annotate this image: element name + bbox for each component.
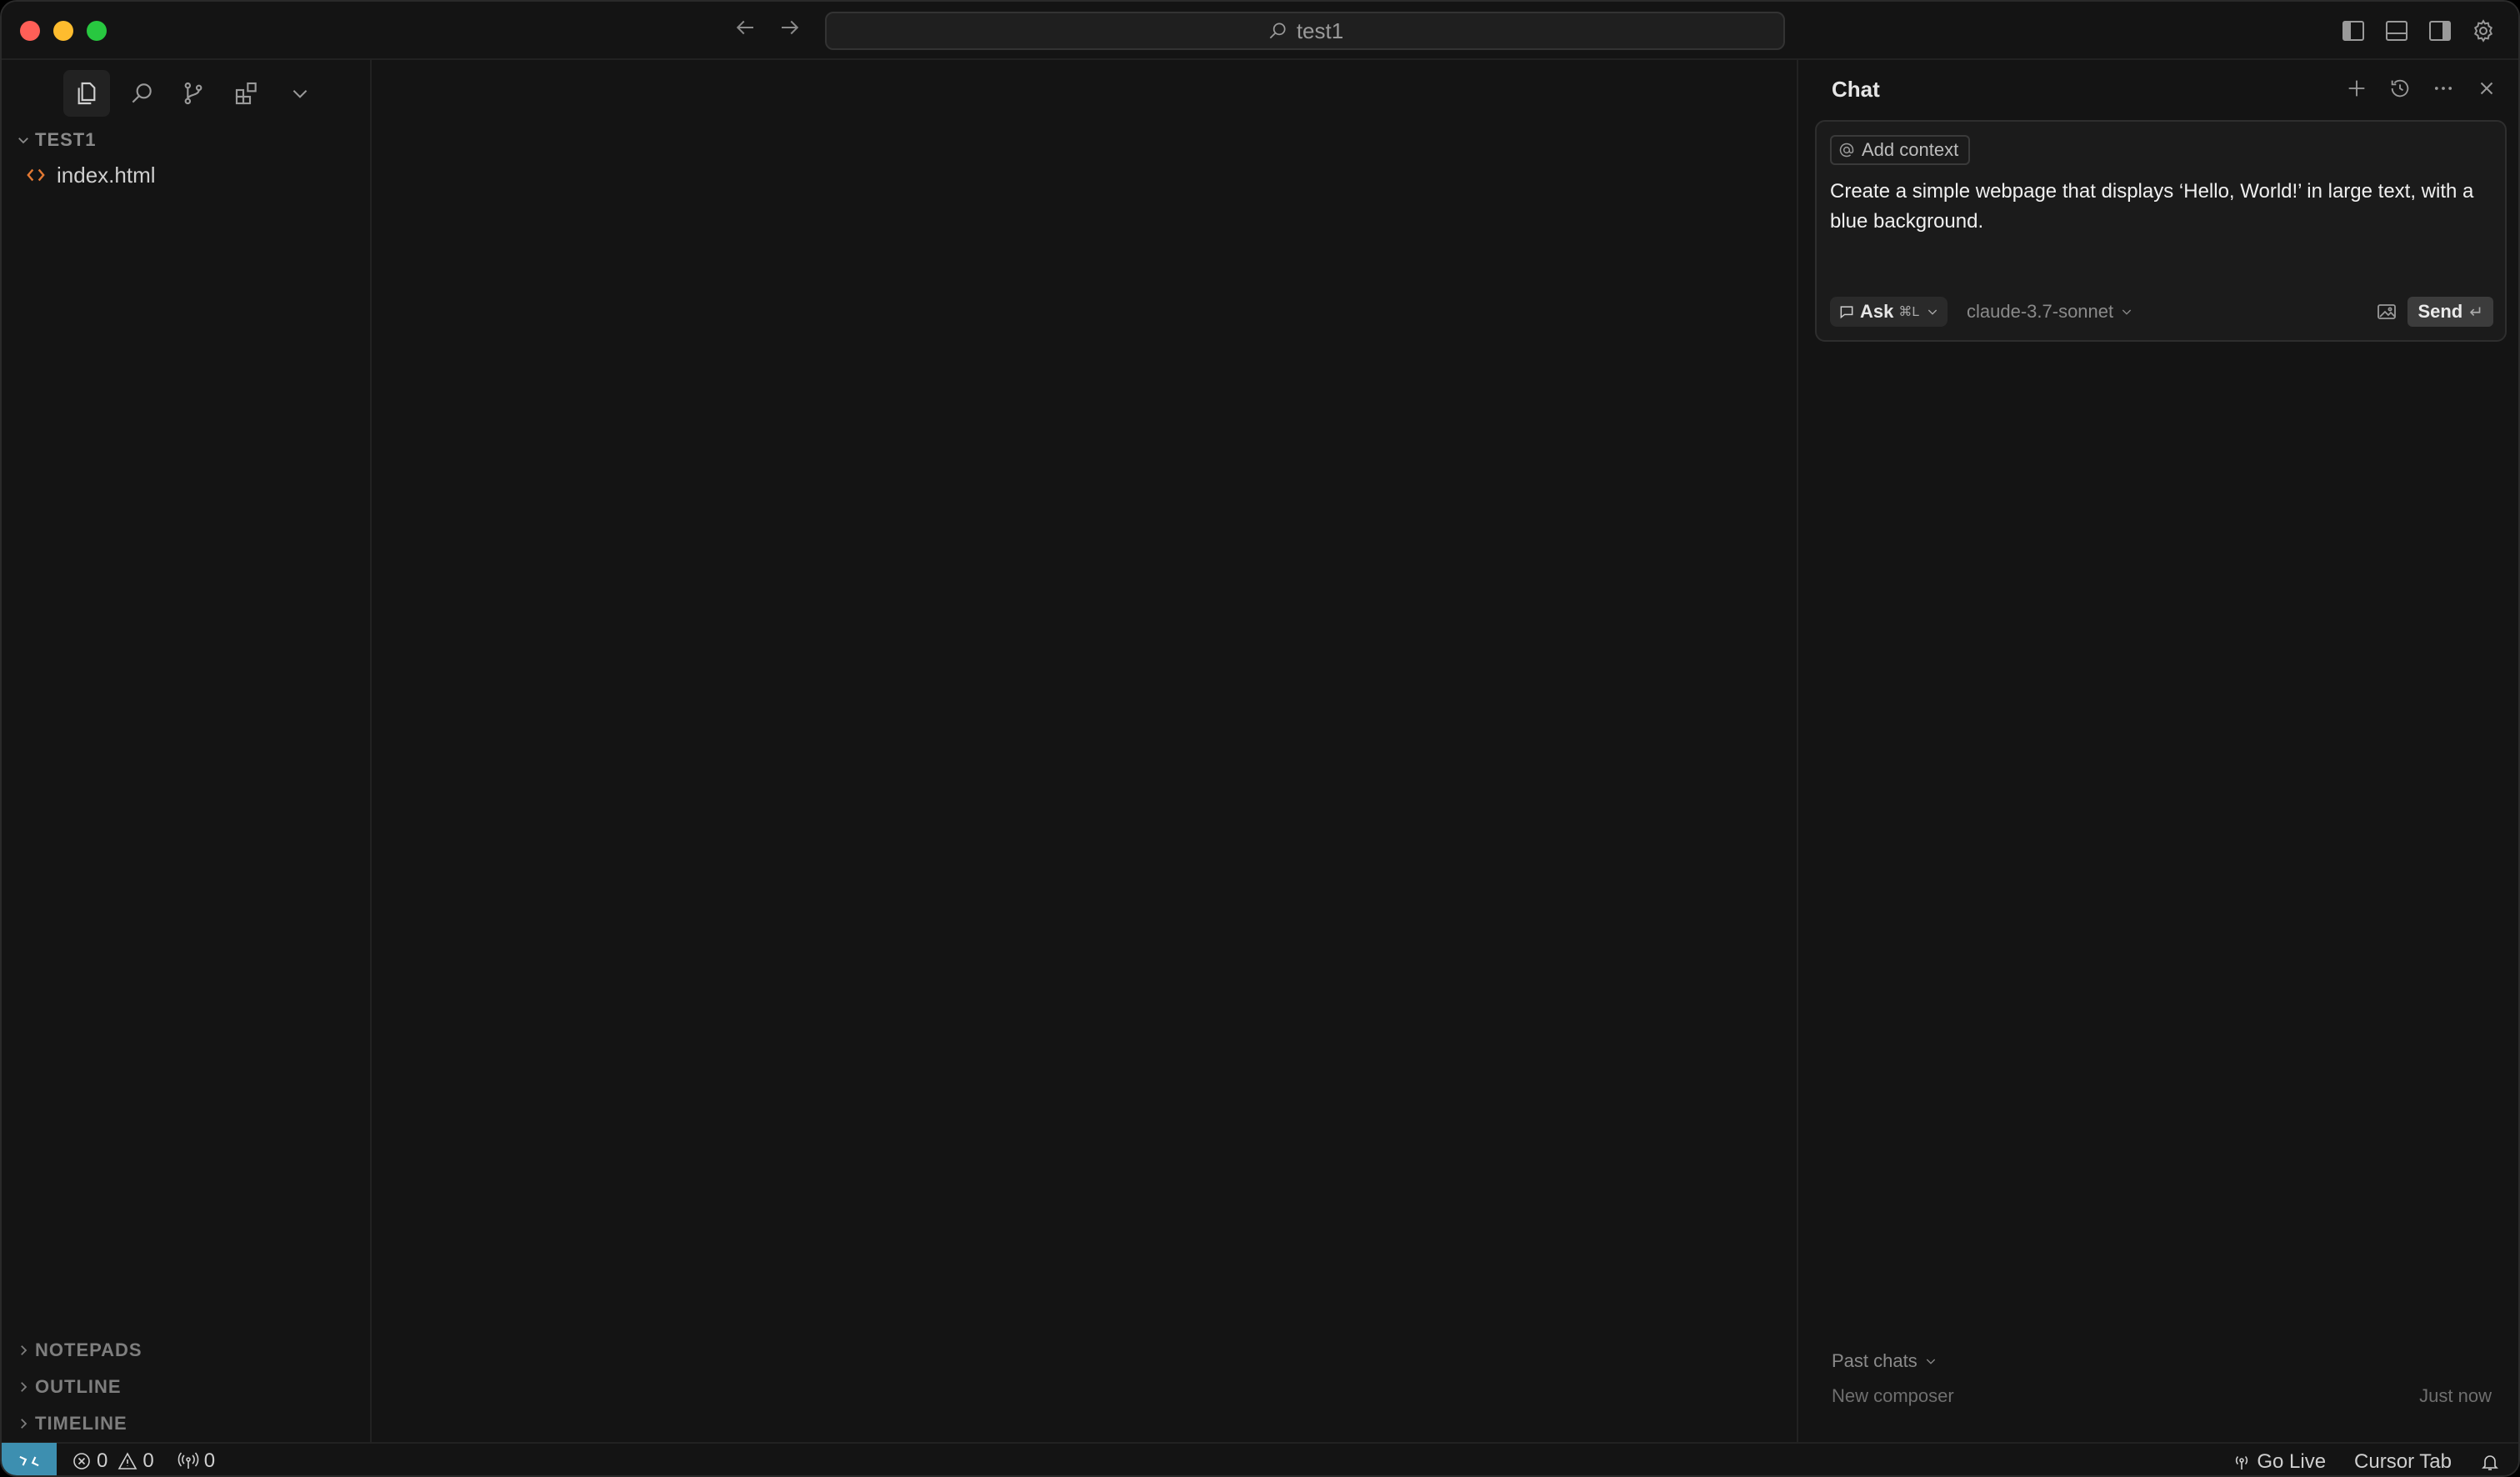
chevron-down-icon	[12, 133, 35, 148]
go-live-button[interactable]: Go Live	[2232, 1450, 2326, 1474]
error-icon	[72, 1451, 92, 1471]
past-chat-time: Just now	[2419, 1385, 2492, 1406]
warning-count: 0	[142, 1449, 154, 1472]
past-chat-title: New composer	[1832, 1385, 1954, 1406]
attach-image-icon[interactable]	[2372, 298, 2402, 325]
past-chats-toggle[interactable]: Past chats	[1832, 1350, 1938, 1372]
broadcast-icon	[2232, 1452, 2252, 1472]
search-icon[interactable]	[118, 70, 165, 117]
chat-panel: Chat Add context Create a simple webpage…	[1797, 60, 2518, 1442]
status-bar-right: Go Live Cursor Tab	[2203, 1444, 2500, 1475]
file-name: index.html	[57, 162, 156, 188]
toggle-panel-icon[interactable]	[2382, 16, 2412, 46]
problems-indicator[interactable]: 0 0	[72, 1449, 154, 1473]
chat-composer[interactable]: Add context Create a simple webpage that…	[1815, 120, 2507, 342]
chat-title: Chat	[1832, 77, 1880, 102]
mode-shortcut: ⌘L	[1898, 305, 1920, 319]
more-options-icon[interactable]	[2422, 72, 2465, 105]
chat-bubble-icon	[1838, 303, 1855, 320]
chevron-down-icon	[2120, 305, 2133, 318]
section-outline[interactable]: OUTLINE	[12, 1372, 122, 1402]
ports-indicator[interactable]: 0	[178, 1449, 215, 1473]
title-bar: test1	[2, 2, 2518, 60]
explorer-folder-header[interactable]: TEST1	[12, 127, 96, 153]
html-file-icon	[27, 167, 57, 183]
more-views-chevron-down-icon[interactable]	[277, 70, 323, 117]
section-label: TIMELINE	[35, 1413, 128, 1434]
at-sign-icon	[1838, 142, 1855, 158]
past-chat-item[interactable]: New composer Just now	[1832, 1385, 2492, 1407]
back-arrow-icon[interactable]	[730, 15, 760, 45]
close-icon[interactable]	[2465, 72, 2508, 105]
window-close-button[interactable]	[20, 21, 40, 41]
section-label: NOTEPADS	[35, 1339, 142, 1360]
remote-connection-button[interactable]	[2, 1443, 57, 1475]
error-count: 0	[97, 1449, 108, 1472]
chevron-down-icon	[1924, 1354, 1938, 1368]
history-icon[interactable]	[2378, 72, 2422, 105]
window-minimize-button[interactable]	[53, 21, 73, 41]
return-key-icon: ↵	[2469, 303, 2483, 322]
cursor-tab-label: Cursor Tab	[2354, 1450, 2452, 1473]
past-chats-label: Past chats	[1832, 1350, 1918, 1371]
section-label: OUTLINE	[35, 1376, 122, 1397]
section-timeline[interactable]: TIMELINE	[12, 1409, 128, 1439]
go-live-label: Go Live	[2257, 1450, 2327, 1473]
section-notepads[interactable]: NOTEPADS	[12, 1335, 142, 1365]
chevron-down-icon	[1926, 305, 1939, 318]
add-context-label: Add context	[1862, 139, 1959, 160]
editor-area[interactable]	[372, 60, 1797, 1442]
chevron-right-icon	[12, 1379, 35, 1394]
extensions-icon[interactable]	[223, 70, 270, 117]
explorer-files-icon[interactable]	[63, 70, 110, 117]
ports-count: 0	[203, 1449, 216, 1472]
warning-icon	[118, 1451, 138, 1471]
notifications-bell-icon[interactable]	[2480, 1452, 2500, 1472]
chevron-right-icon	[12, 1343, 35, 1358]
cursor-tab-button[interactable]: Cursor Tab	[2354, 1450, 2452, 1474]
app-window: test1 TEST1 index.html NOTEPADS OUTLINE …	[0, 0, 2520, 1477]
forward-arrow-icon[interactable]	[775, 15, 805, 45]
mode-label: Ask	[1860, 301, 1894, 322]
search-icon	[1267, 20, 1288, 42]
mode-selector-button[interactable]: Ask ⌘L	[1830, 297, 1948, 327]
window-maximize-button[interactable]	[87, 21, 107, 41]
toggle-secondary-sidebar-icon[interactable]	[2425, 16, 2455, 46]
command-search-text: test1	[1296, 18, 1344, 43]
new-chat-plus-icon[interactable]	[2335, 72, 2378, 105]
model-selector[interactable]: claude-3.7-sonnet	[1967, 297, 2133, 327]
command-search-bar[interactable]: test1	[825, 12, 1785, 50]
broadcast-icon	[178, 1451, 199, 1471]
send-label: Send	[2418, 301, 2463, 322]
explorer-sidebar: TEST1 index.html NOTEPADS OUTLINE TIMELI…	[2, 60, 372, 1442]
source-control-icon[interactable]	[170, 70, 217, 117]
add-context-button[interactable]: Add context	[1830, 135, 1971, 165]
file-item[interactable]: index.html	[27, 158, 156, 192]
status-bar: 0 0 0 Go Live Cursor Tab	[2, 1442, 2518, 1475]
chat-actions	[2335, 72, 2508, 105]
chevron-right-icon	[12, 1416, 35, 1431]
chat-prompt-input[interactable]: Create a simple webpage that displays ‘H…	[1830, 177, 2488, 237]
settings-gear-icon[interactable]	[2468, 16, 2498, 46]
send-button[interactable]: Send ↵	[2408, 297, 2493, 327]
model-name: claude-3.7-sonnet	[1967, 301, 2114, 322]
toggle-primary-sidebar-icon[interactable]	[2338, 16, 2368, 46]
explorer-folder-title: TEST1	[35, 129, 97, 150]
